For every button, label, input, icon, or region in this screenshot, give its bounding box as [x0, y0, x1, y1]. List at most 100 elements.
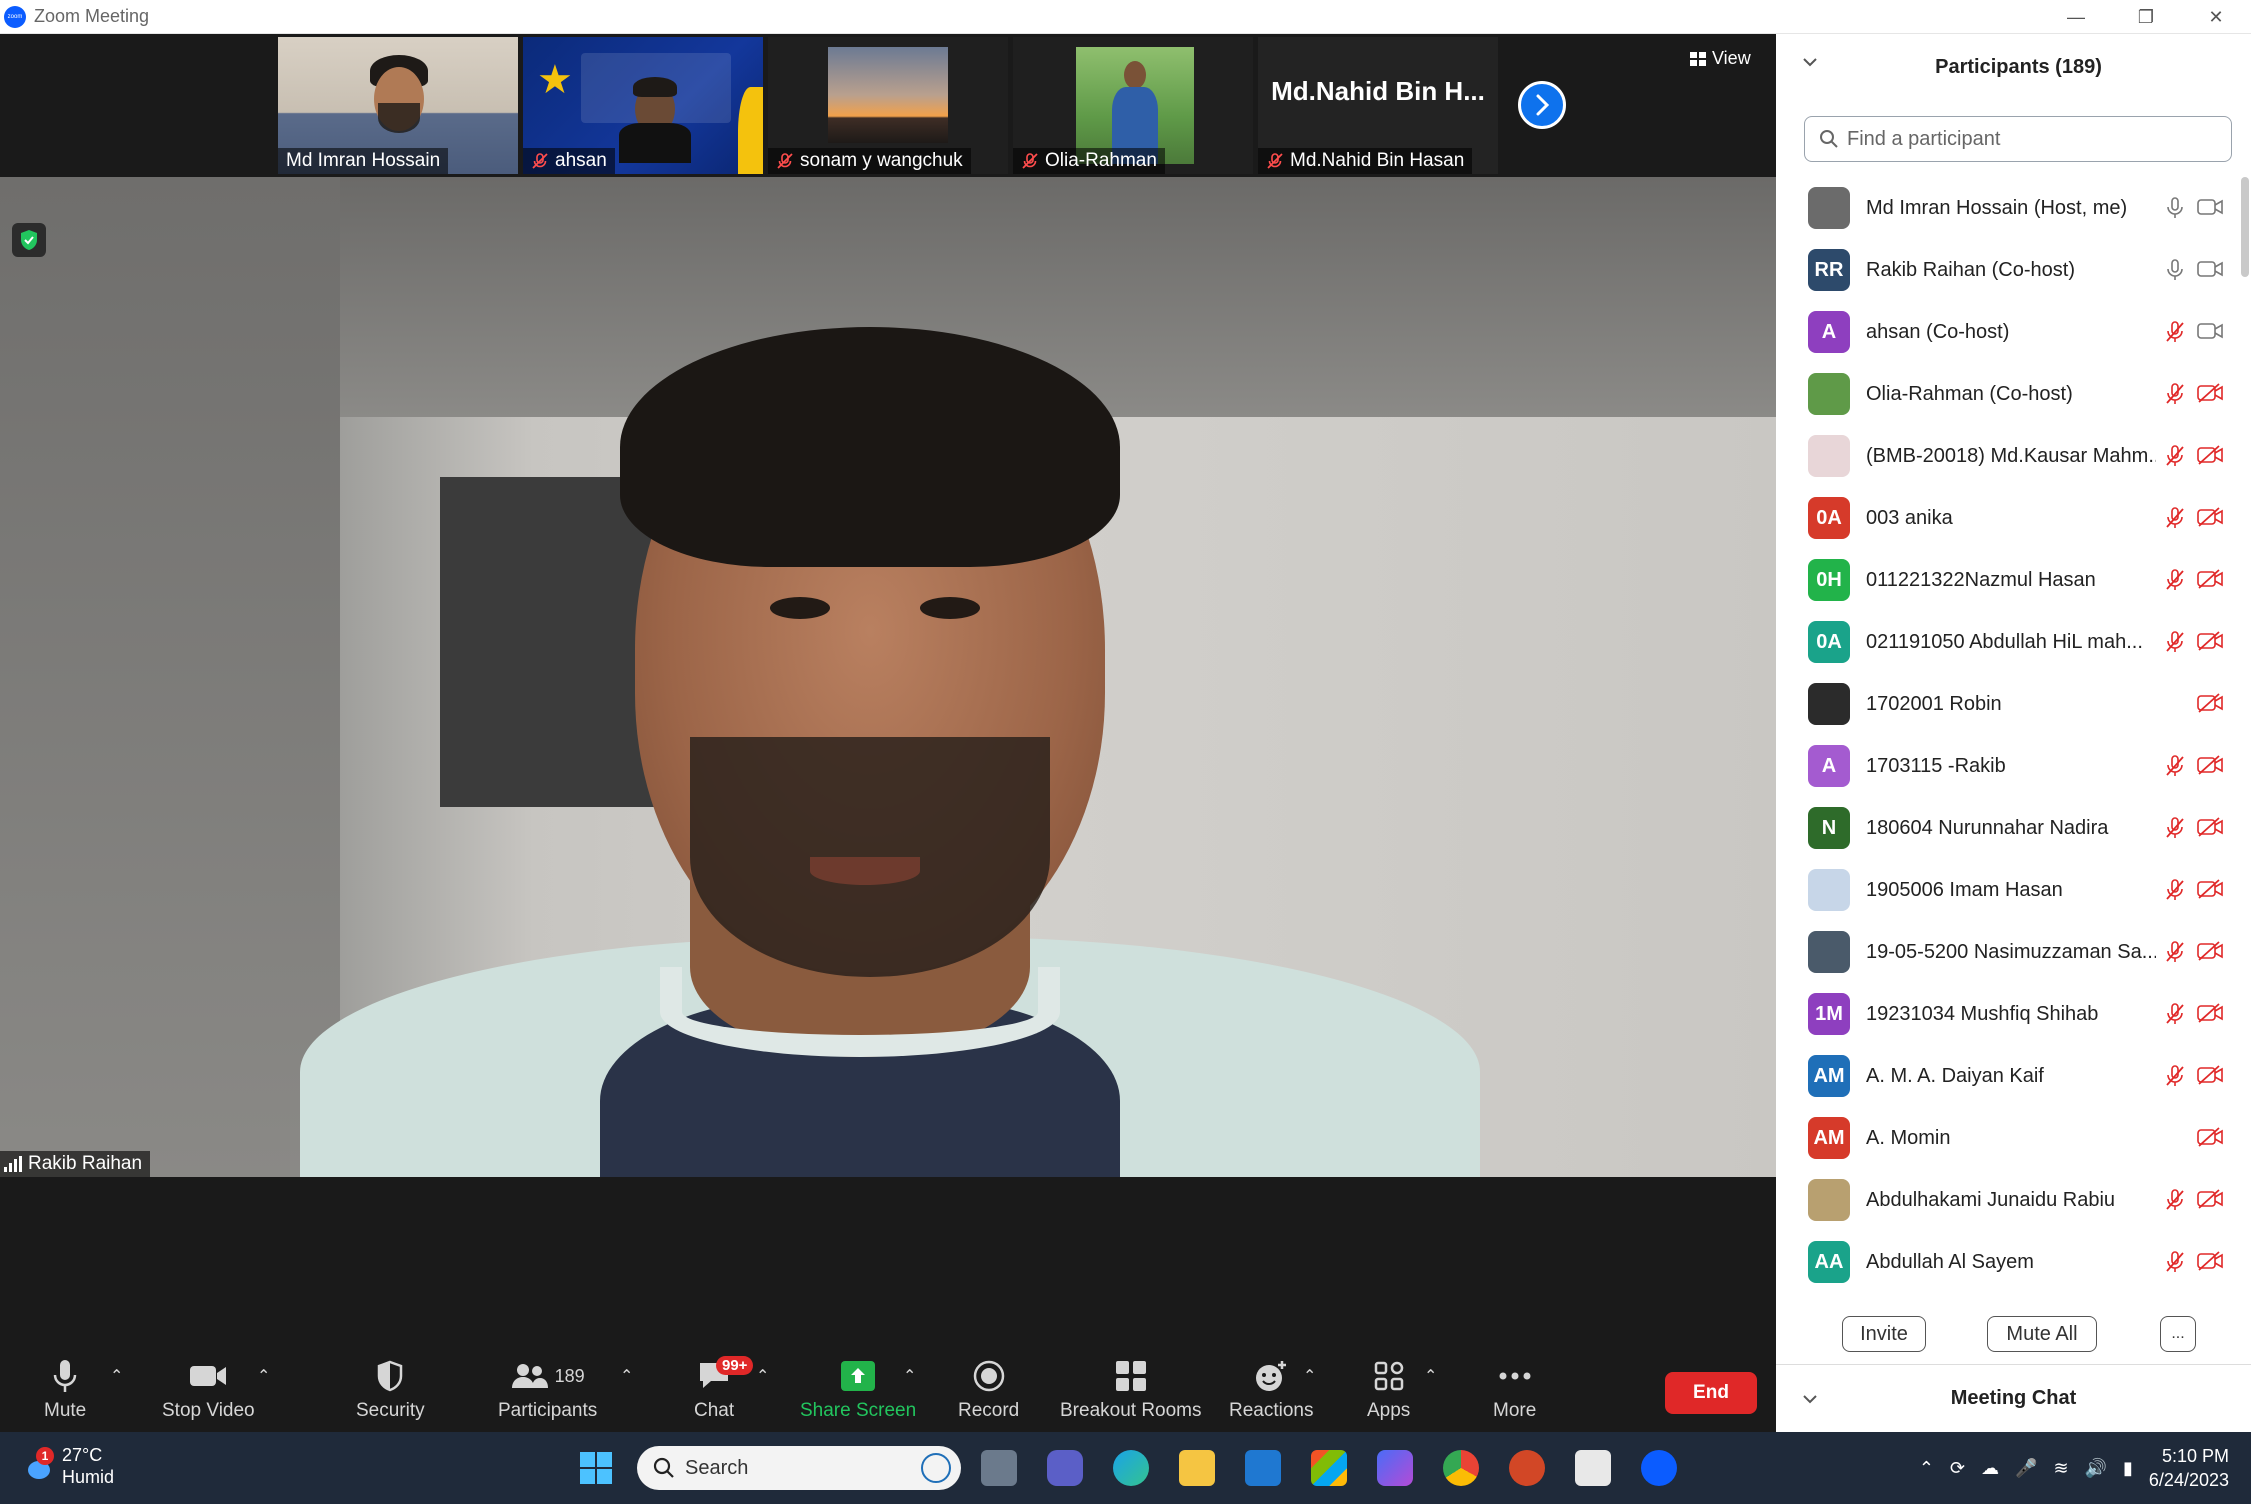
audio-options-chevron-icon[interactable]: ⌃ — [110, 1366, 123, 1386]
mic-muted-icon[interactable] — [2165, 817, 2185, 844]
video-off-icon[interactable] — [2197, 1127, 2223, 1152]
collapse-chevron-icon[interactable] — [1802, 56, 1818, 68]
speaker-icon[interactable]: 🔊 — [2085, 1458, 2107, 1479]
reactions-button[interactable]: Reactions — [1229, 1358, 1314, 1422]
reactions-options-chevron-icon[interactable]: ⌃ — [1303, 1366, 1316, 1386]
microphone-icon[interactable]: 🎤 — [2015, 1458, 2037, 1479]
video-off-icon[interactable] — [2197, 569, 2223, 594]
taskbar-search-box[interactable]: Search — [637, 1446, 961, 1490]
invite-button[interactable]: Invite — [1842, 1316, 1926, 1352]
participant-row[interactable]: Olia-Rahman (Co-host) — [1776, 363, 2251, 425]
participant-row[interactable]: Md Imran Hossain (Host, me) — [1776, 177, 2251, 239]
snipping-tool-icon[interactable] — [1575, 1450, 1611, 1486]
stop-video-button[interactable]: Stop Video — [162, 1358, 255, 1422]
participant-row[interactable]: 0H 011221322Nazmul Hasan — [1776, 549, 2251, 611]
participant-row[interactable]: 1905006 Imam Hasan — [1776, 859, 2251, 921]
participant-row[interactable]: Abdulhakami Junaidu Rabiu — [1776, 1169, 2251, 1231]
video-off-icon[interactable] — [2197, 1065, 2223, 1090]
encryption-shield-icon[interactable] — [12, 223, 46, 257]
cloud-icon[interactable]: ☁ — [1981, 1458, 1999, 1479]
participant-row[interactable]: 0A 003 anika — [1776, 487, 2251, 549]
copilot-icon[interactable] — [1377, 1450, 1413, 1486]
participants-options-chevron-icon[interactable]: ⌃ — [620, 1366, 633, 1386]
participants-button[interactable]: 189 Participants — [498, 1358, 597, 1422]
video-off-icon[interactable] — [2197, 1189, 2223, 1214]
apps-button[interactable]: Apps — [1367, 1358, 1410, 1422]
mic-muted-icon[interactable] — [2165, 321, 2185, 348]
participant-row[interactable]: AM A. M. A. Daiyan Kaif — [1776, 1045, 2251, 1107]
next-page-button[interactable] — [1518, 81, 1566, 129]
more-options-button[interactable]: ... — [2160, 1316, 2196, 1352]
participant-row[interactable]: N 180604 Nurunnahar Nadira — [1776, 797, 2251, 859]
participant-row[interactable]: Aahsan (Co-host) — [1776, 301, 2251, 363]
video-off-icon[interactable] — [2197, 1251, 2223, 1276]
mic-muted-icon[interactable] — [2165, 941, 2185, 968]
participant-row[interactable]: 1702001 Robin — [1776, 673, 2251, 735]
video-off-icon[interactable] — [2197, 383, 2223, 408]
mute-all-button[interactable]: Mute All — [1987, 1316, 2097, 1352]
share-options-chevron-icon[interactable]: ⌃ — [903, 1366, 916, 1386]
video-camera-icon[interactable] — [2197, 259, 2223, 284]
mic-muted-icon[interactable] — [2165, 507, 2185, 534]
powerpoint-icon[interactable] — [1509, 1450, 1545, 1486]
more-button[interactable]: More — [1493, 1358, 1536, 1422]
find-participant-input[interactable]: Find a participant — [1804, 116, 2232, 162]
mic-muted-icon[interactable] — [2165, 383, 2185, 410]
mute-button[interactable]: Mute — [44, 1358, 86, 1422]
video-camera-icon[interactable] — [2197, 321, 2223, 346]
chevron-up-icon[interactable]: ⌃ — [1919, 1458, 1934, 1479]
mic-muted-icon[interactable] — [2165, 1251, 2185, 1278]
meeting-chat-header[interactable]: Meeting Chat — [1776, 1364, 2251, 1432]
participant-row[interactable]: A 1703115 -Rakib — [1776, 735, 2251, 797]
file-explorer-icon[interactable] — [1179, 1450, 1215, 1486]
view-button[interactable]: View — [1690, 48, 1751, 69]
participant-list-scrollbar[interactable] — [2241, 177, 2249, 277]
video-camera-icon[interactable] — [2197, 197, 2223, 222]
participant-row[interactable]: 0A 021191050 Abdullah HiL mah... — [1776, 611, 2251, 673]
chrome-icon[interactable] — [1443, 1450, 1479, 1486]
microphone-icon[interactable] — [2165, 197, 2185, 224]
video-off-icon[interactable] — [2197, 693, 2223, 718]
participant-row[interactable]: AA Abdullah Al Sayem — [1776, 1231, 2251, 1293]
battery-icon[interactable]: ▮ — [2123, 1458, 2133, 1479]
video-off-icon[interactable] — [2197, 941, 2223, 966]
video-off-icon[interactable] — [2197, 507, 2223, 532]
collapse-chevron-icon[interactable] — [1802, 1393, 1818, 1405]
participant-row[interactable]: 19-05-5200 Nasimuzzaman Sa... — [1776, 921, 2251, 983]
video-tile[interactable]: Olia-Rahman — [1013, 37, 1253, 174]
mic-muted-icon[interactable] — [2165, 445, 2185, 472]
mic-muted-icon[interactable] — [2165, 1065, 2185, 1092]
task-view-icon[interactable] — [981, 1450, 1017, 1486]
video-tile[interactable]: sonam y wangchuk — [768, 37, 1008, 174]
participant-row[interactable]: 1M 19231034 Mushfiq Shihab — [1776, 983, 2251, 1045]
active-speaker-video[interactable] — [0, 177, 1776, 1177]
video-off-icon[interactable] — [2197, 1003, 2223, 1028]
edge-browser-icon[interactable] — [1113, 1450, 1149, 1486]
sync-icon[interactable]: ⟳ — [1950, 1458, 1965, 1479]
share-screen-button[interactable]: Share Screen — [800, 1358, 916, 1422]
mic-muted-icon[interactable] — [2165, 1189, 2185, 1216]
video-off-icon[interactable] — [2197, 879, 2223, 904]
video-tile[interactable]: ★ ahsan — [523, 37, 763, 174]
microsoft-store-icon[interactable] — [1311, 1450, 1347, 1486]
mic-muted-icon[interactable] — [2165, 569, 2185, 596]
participant-row[interactable]: AM A. Momin — [1776, 1107, 2251, 1169]
wifi-icon[interactable]: ≋ — [2054, 1458, 2069, 1479]
video-off-icon[interactable] — [2197, 817, 2223, 842]
mic-muted-icon[interactable] — [2165, 879, 2185, 906]
close-icon[interactable]: ✕ — [2181, 0, 2251, 34]
security-button[interactable]: Security — [356, 1358, 425, 1422]
zoom-app-icon[interactable] — [1641, 1450, 1677, 1486]
breakout-rooms-button[interactable]: Breakout Rooms — [1060, 1358, 1202, 1422]
end-meeting-button[interactable]: End — [1665, 1372, 1757, 1414]
record-button[interactable]: Record — [958, 1358, 1019, 1422]
weather-widget[interactable]: 1 27°C Humid — [24, 1444, 114, 1488]
mic-muted-icon[interactable] — [2165, 755, 2185, 782]
video-off-icon[interactable] — [2197, 445, 2223, 470]
video-tile[interactable]: Md.Nahid Bin H... Md.Nahid Bin Hasan — [1258, 37, 1498, 174]
mic-muted-icon[interactable] — [2165, 1003, 2185, 1030]
participant-row[interactable]: RR Rakib Raihan (Co-host) — [1776, 239, 2251, 301]
mic-muted-icon[interactable] — [2165, 631, 2185, 658]
participant-row[interactable]: (BMB-20018) Md.Kausar Mahm... — [1776, 425, 2251, 487]
video-tile[interactable]: Md Imran Hossain — [278, 37, 518, 174]
